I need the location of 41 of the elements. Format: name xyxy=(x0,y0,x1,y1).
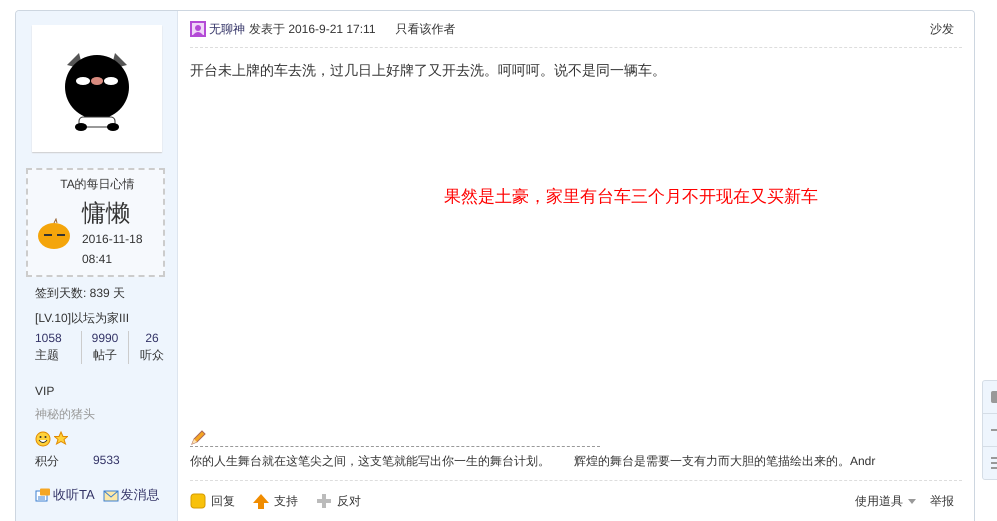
smiley-icon xyxy=(35,431,51,447)
stat-count[interactable]: 1058 xyxy=(35,331,62,345)
stat-label: 帖子 xyxy=(93,347,117,364)
user-icon xyxy=(190,21,206,37)
highlight-text: 果然是土豪，家里有台车三个月不开现在又买新车 xyxy=(444,186,819,208)
stat-count[interactable]: 9990 xyxy=(92,331,118,345)
note-icon xyxy=(35,488,51,502)
user-level: [LV.10]以坛为家III xyxy=(35,310,130,327)
mood-label: 慵懒 xyxy=(82,199,131,229)
reply-link[interactable]: 回复 xyxy=(190,492,235,510)
report-link[interactable]: 举报 xyxy=(930,492,954,510)
user-group: VIP xyxy=(35,384,177,398)
author-link[interactable]: 无聊神 xyxy=(190,20,245,38)
mood-face-icon xyxy=(36,218,72,250)
only-author-link[interactable]: 只看该作者 xyxy=(396,20,456,38)
pencil-icon xyxy=(190,430,206,445)
post-text: 开台未上牌的车去洗，过几日上好牌了又开去洗。呵呵呵。说不是同一辆车。 xyxy=(190,62,667,80)
mood-title: TA的每日心情 xyxy=(59,176,136,193)
stat-label: 主题 xyxy=(35,347,59,364)
tools-dropdown[interactable]: 使用道具 xyxy=(855,492,916,510)
stat-label: 听众 xyxy=(140,347,164,364)
floor-label: 沙发 xyxy=(930,20,954,38)
signature-text: 你的人生舞台就在这笔尖之间，这支笔就能写出你一生的舞台计划。 辉煌的舞台是需要一支有力而大胆的笔描绘出来的。Andr xyxy=(190,453,876,470)
follow-link[interactable]: 收听TA xyxy=(35,486,95,504)
envelope-icon xyxy=(102,488,119,502)
stat-count[interactable]: 26 xyxy=(145,331,159,345)
oppose-link[interactable]: 反对 xyxy=(316,492,361,510)
points-label: 积分 xyxy=(35,453,59,470)
support-link[interactable]: 支持 xyxy=(253,492,298,510)
reply-icon xyxy=(190,493,206,509)
mood-time: 2016-11-18 08:41 xyxy=(82,231,144,268)
star-icon xyxy=(54,431,68,445)
list-icon xyxy=(991,457,997,469)
caret-icon xyxy=(908,498,916,504)
user-title: 神秘的猪头 xyxy=(35,406,96,423)
points-value: 9533 xyxy=(93,453,120,469)
message-link[interactable]: 发消息 xyxy=(102,486,160,504)
up-arrow-icon xyxy=(253,493,269,509)
post-time: 发表于 2016-9-21 17:11 xyxy=(249,20,376,38)
plus-icon xyxy=(316,493,332,509)
checkin-days: 签到天数: 839 天 xyxy=(35,285,177,302)
